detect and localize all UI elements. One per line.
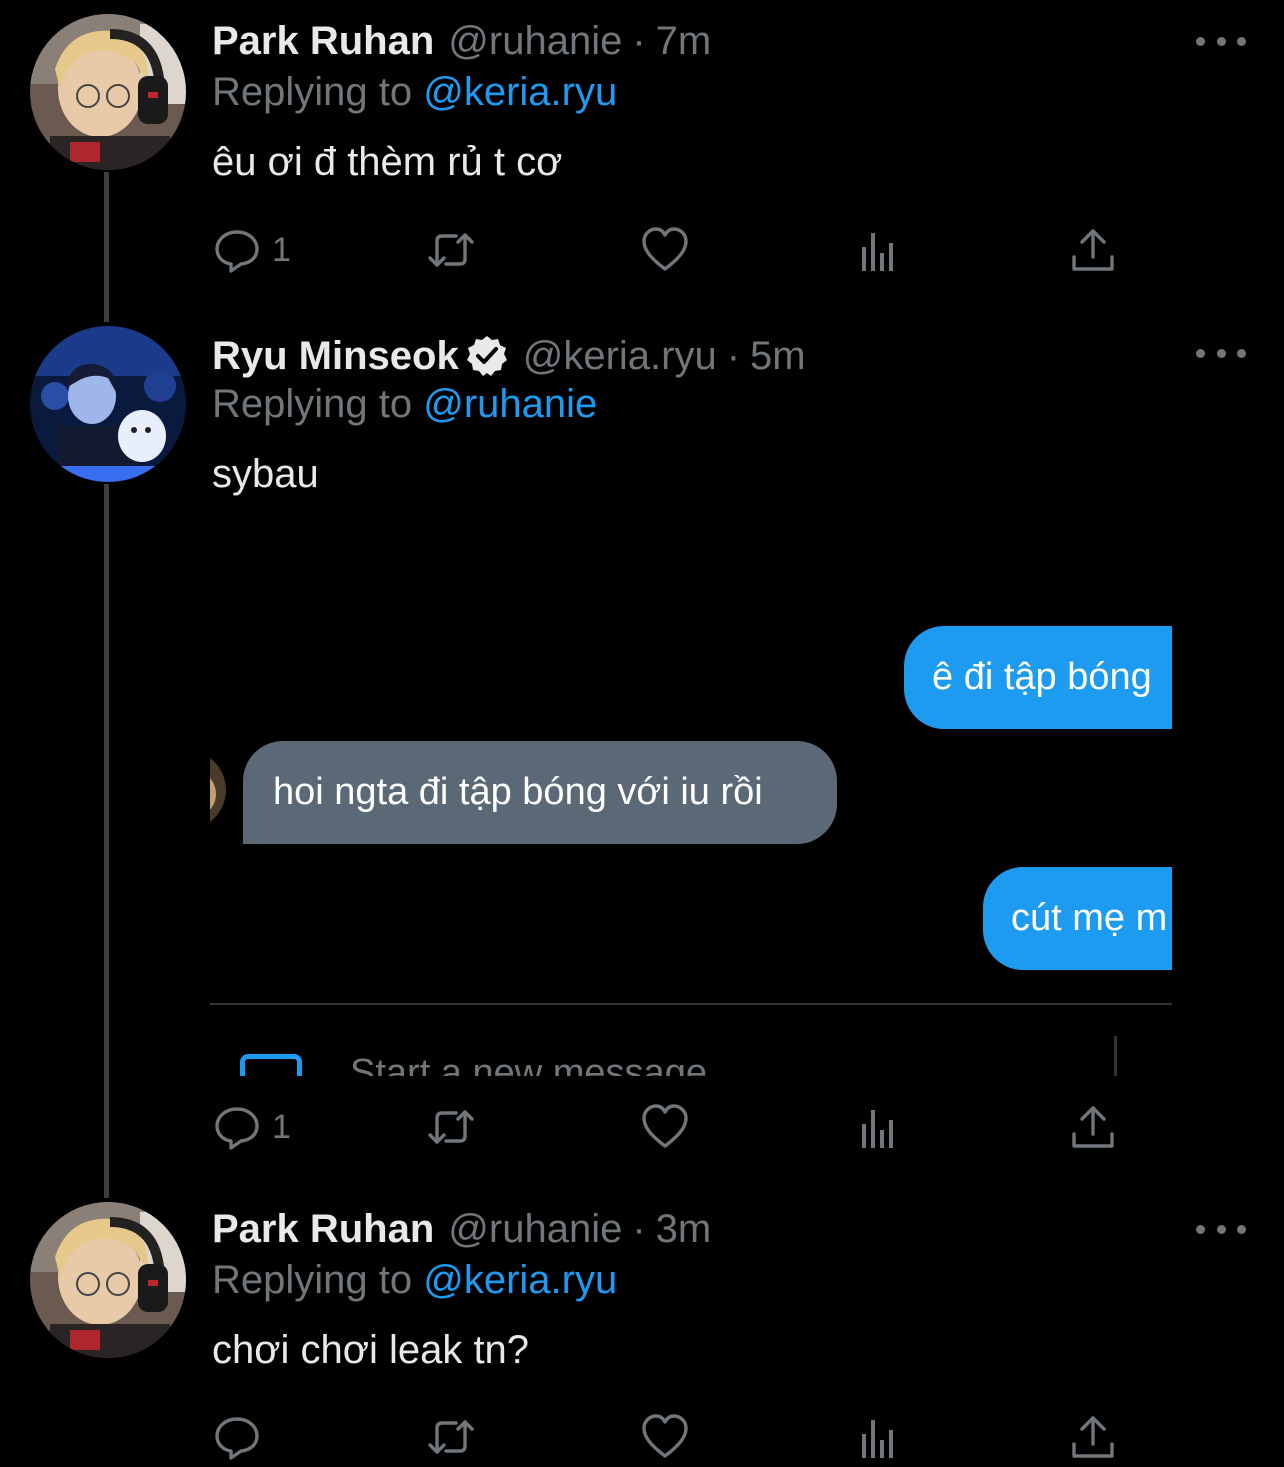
more-icon[interactable] — [1196, 338, 1246, 368]
retweet-icon — [428, 233, 474, 267]
replying-to-label: Replying to — [212, 70, 413, 114]
views-icon — [862, 1420, 893, 1458]
dm-message-text: hoi ngta đi tập bóng với iu rồi — [273, 771, 763, 813]
divider — [1114, 1036, 1117, 1076]
avatar[interactable] — [30, 326, 186, 482]
retweet-icon — [428, 1420, 474, 1454]
like-icon — [642, 1414, 688, 1458]
views-icon — [862, 1110, 893, 1148]
replying-to: Replying to @keria.ryu — [212, 70, 617, 115]
reply-count: 1 — [272, 1107, 291, 1146]
thread-line — [104, 172, 109, 322]
views-button[interactable] — [854, 1407, 904, 1467]
views-button[interactable] — [854, 220, 904, 280]
dm-message-outgoing: ê đi tập bóng — [904, 626, 1172, 729]
more-icon[interactable] — [1196, 1214, 1246, 1244]
share-icon — [1072, 229, 1114, 271]
tweet-actions: 1 — [212, 1097, 1132, 1157]
mention-link[interactable]: @ruhanie — [423, 382, 597, 426]
display-name[interactable]: Park Ruhan — [212, 1207, 434, 1252]
divider — [210, 1003, 1172, 1005]
retweet-icon — [428, 1110, 474, 1144]
reply-button[interactable]: 1 — [212, 220, 291, 280]
retweet-button[interactable] — [426, 220, 476, 280]
timestamp[interactable]: 5m — [750, 334, 806, 379]
mention-link[interactable]: @keria.ryu — [423, 70, 617, 114]
dm-avatar — [210, 750, 226, 830]
tweet-header: Ryu Minseok @keria.ryu · 5m — [212, 326, 806, 386]
separator: · — [726, 333, 741, 378]
replying-to-label: Replying to — [212, 1258, 413, 1302]
share-icon — [1072, 1416, 1114, 1458]
tweet-text: êu ơi đ thèm rủ t cơ — [212, 140, 563, 184]
views-button[interactable] — [854, 1097, 904, 1157]
share-button[interactable] — [1068, 1407, 1118, 1467]
reply-count: 1 — [272, 230, 291, 269]
like-button[interactable] — [640, 220, 690, 280]
separator: · — [632, 1206, 646, 1251]
share-icon — [1072, 1106, 1114, 1148]
share-button[interactable] — [1068, 1097, 1118, 1157]
tweet-text: sybau — [212, 452, 319, 496]
dm-message-text: cút mẹ m — [1011, 897, 1168, 939]
tweet-header: Park Ruhan @ruhanie · 7m — [212, 11, 711, 71]
thread-line — [104, 484, 109, 1198]
avatar[interactable] — [30, 14, 186, 170]
retweet-button[interactable] — [426, 1097, 476, 1157]
avatar[interactable] — [30, 1202, 186, 1358]
verified-badge-icon — [466, 336, 507, 376]
separator: · — [632, 18, 646, 63]
dm-message-text: ê đi tập bóng — [932, 656, 1152, 698]
replying-to: Replying to @ruhanie — [212, 382, 597, 427]
tweet-actions: 1 — [212, 220, 1132, 280]
dm-compose-placeholder: Start a new message — [350, 1052, 707, 1076]
like-icon — [642, 1104, 688, 1148]
embedded-dm-screenshot[interactable]: ê đi tập bóng hoi ngta đi tập bóng với i… — [210, 560, 1172, 1076]
replying-to-label: Replying to — [212, 382, 413, 426]
dm-message-incoming: hoi ngta đi tập bóng với iu rồi — [243, 741, 837, 844]
handle[interactable]: @ruhanie — [448, 19, 622, 64]
display-name[interactable]: Ryu Minseok — [212, 334, 459, 379]
reply-button[interactable]: 1 — [212, 1097, 291, 1157]
handle[interactable]: @ruhanie — [448, 1207, 622, 1252]
share-button[interactable] — [1068, 220, 1118, 280]
handle[interactable]: @keria.ryu — [523, 334, 717, 379]
tweet-actions — [212, 1407, 1132, 1467]
like-icon — [642, 227, 688, 271]
reply-icon — [215, 1417, 259, 1460]
mention-link[interactable]: @keria.ryu — [423, 1258, 617, 1302]
timestamp[interactable]: 3m — [656, 1207, 712, 1252]
dm-message-outgoing: cút mẹ m — [983, 867, 1172, 970]
like-button[interactable] — [640, 1097, 690, 1157]
reply-icon — [215, 230, 259, 273]
tweet-text: chơi chơi leak tn? — [212, 1328, 530, 1372]
retweet-button[interactable] — [426, 1407, 476, 1467]
timestamp[interactable]: 7m — [656, 19, 712, 64]
tweet-header: Park Ruhan @ruhanie · 3m — [212, 1199, 711, 1259]
replying-to: Replying to @keria.ryu — [212, 1258, 617, 1303]
reply-icon — [215, 1107, 259, 1150]
views-icon — [862, 233, 893, 271]
display-name[interactable]: Park Ruhan — [212, 19, 434, 64]
dm-media-icon — [240, 1054, 302, 1076]
more-icon[interactable] — [1196, 26, 1246, 56]
like-button[interactable] — [640, 1407, 690, 1467]
reply-button[interactable] — [212, 1407, 272, 1467]
